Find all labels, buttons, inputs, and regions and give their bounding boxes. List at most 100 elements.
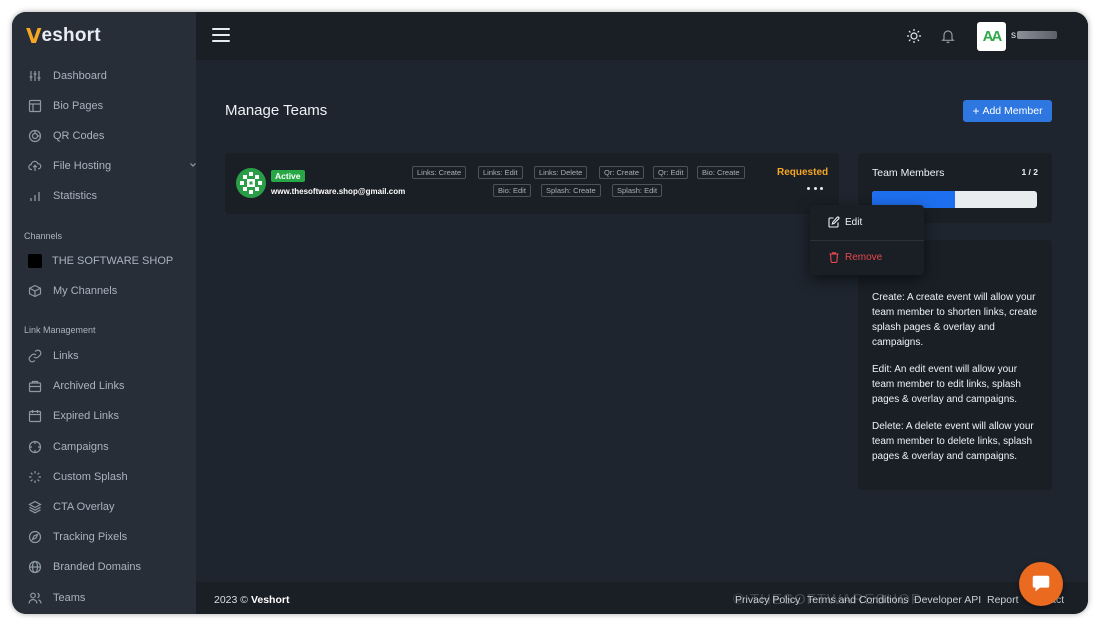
layers-icon [28,500,42,514]
topbar: AA s [196,12,1088,60]
sidebar-item-my-channels[interactable]: My Channels [28,281,117,301]
user-avatar[interactable]: AA [977,22,1006,51]
copyright: 2023 © Veshort [214,594,289,606]
user-name[interactable]: s [1011,30,1016,41]
sidebar-item-statistics[interactable]: Statistics [28,186,97,206]
sidebar-item-branded-domains[interactable]: Branded Domains [28,557,141,577]
edit-icon [828,216,840,228]
plus-icon: + [972,104,980,118]
permissions-card: on Create: A create event will allow you… [858,240,1052,490]
theme-toggle-icon[interactable] [906,28,922,44]
team-members-count: 1 / 2 [1021,167,1038,177]
member-avatar [236,168,266,198]
permission-tag: Qr: Create [599,166,645,179]
sidebar-item-expired-links[interactable]: Expired Links [28,406,119,426]
layout-icon [28,99,42,113]
team-members-title: Team Members [872,167,945,179]
sidebar-item-label: Branded Domains [53,561,142,573]
trash-icon [829,252,839,263]
box-icon [28,284,42,298]
sidebar-item-label: Bio Pages [53,100,104,112]
member-actions-menu: Edit Remove [810,205,924,275]
permission-tag: Links: Delete [534,166,588,179]
sidebar-item-teams[interactable]: Teams [28,588,85,608]
sidebar-item-bio-pages[interactable]: Bio Pages [28,96,103,116]
edit-menu-item[interactable]: Edit [828,214,862,230]
sidebar-item-label: My Channels [53,285,118,297]
dot [807,186,810,190]
dot [820,186,823,190]
logo[interactable]: V eshort [26,24,101,48]
sidebar-item-label: Dashboard [53,70,107,82]
sidebar-item-campaigns[interactable]: Campaigns [28,437,109,457]
footer-link-developer-api[interactable]: Developer API [914,594,981,606]
sidebar-item-label: Links [53,350,79,362]
more-options-button[interactable] [807,184,823,192]
sidebar-item-label: File Hosting [53,160,112,172]
sidebar-item-label: Tracking Pixels [53,531,128,543]
sidebar-item-label: Custom Splash [53,471,128,483]
permission-tag: Splash: Edit [612,184,663,197]
calendar-icon [28,409,42,423]
chat-icon [1032,575,1050,592]
edit-description: Edit: An edit event will allow your team… [872,364,1021,405]
globe-icon [28,560,42,574]
edit-label: Edit [845,216,863,228]
hamburger-bar [212,34,230,36]
sidebar-item-file-hosting[interactable]: File Hosting [28,156,196,176]
permission-tag: Bio: Create [697,166,745,179]
sidebar-item-qr-codes[interactable]: QR Codes [28,126,104,146]
sidebar-item-label: Archived Links [53,380,125,392]
user-name-redacted [1017,31,1057,39]
permission-tag: Links: Edit [478,166,523,179]
sidebar-item-dashboard[interactable]: Dashboard [28,66,107,86]
qr-icon [28,129,42,143]
main-content: Manage Teams + Add Member Active www.the… [196,60,1088,582]
sidebar-item-label: QR Codes [53,130,105,142]
footer: 2023 © Veshort Privacy Policy Terms and … [196,582,1088,614]
section-link-management: Link Management [24,325,96,335]
bell-icon[interactable] [940,28,956,44]
avatar-initials: AA [982,28,1003,45]
chat-button[interactable] [1019,562,1063,606]
users-icon [28,591,42,605]
remove-label: Remove [845,251,883,263]
app-window: V eshort Dashboard Bio Pages QR Codes Fi… [12,12,1088,614]
status-badge: Active [271,170,305,182]
permission-tag: Splash: Create [541,184,601,197]
member-email: www.thesoftware.shop@gmail.com [271,187,406,196]
sidebar-item-tracking-pixels[interactable]: Tracking Pixels [28,527,127,547]
sidebar-item-custom-splash[interactable]: Custom Splash [28,467,128,487]
watermark: © THESOFTWARESHOP [733,591,922,608]
add-member-button[interactable]: + Add Member [963,100,1052,122]
link-icon [28,349,42,363]
cloud-upload-icon [28,159,42,173]
sidebar-item-label: Expired Links [53,410,120,422]
hamburger-bar [212,28,230,30]
hamburger-bar [212,40,230,42]
permission-tag: Qr: Edit [653,166,689,179]
menu-toggle-button[interactable] [212,28,230,42]
menu-divider [810,240,924,241]
channel-avatar [28,254,42,268]
compass-icon [28,530,42,544]
logo-text: eshort [41,25,101,46]
sidebar-item-cta-overlay[interactable]: CTA Overlay [28,497,115,517]
sidebar-item-label: Campaigns [53,441,109,453]
page-title: Manage Teams [225,102,328,119]
dot [813,186,817,190]
copyright-year: 2023 © [214,594,249,606]
section-channels: Channels [24,231,63,241]
sidebar-item-label: Statistics [53,190,98,202]
delete-description: Delete: A delete event will allow your t… [872,421,1034,462]
sidebar-item-label: THE SOFTWARE SHOP [52,255,174,267]
sidebar-item-archived-links[interactable]: Archived Links [28,376,125,396]
team-member-card: Active www.thesoftware.shop@gmail.com Li… [225,153,839,214]
permission-tag: Links: Create [412,166,467,179]
remove-menu-item[interactable]: Remove [828,249,882,265]
footer-link-report[interactable]: Report [987,594,1019,606]
sidebar-item-links[interactable]: Links [28,346,79,366]
archive-icon [28,379,42,393]
sidebar-item-label: Teams [53,592,86,604]
sidebar-item-the-software-shop[interactable]: THE SOFTWARE SHOP [28,251,173,271]
